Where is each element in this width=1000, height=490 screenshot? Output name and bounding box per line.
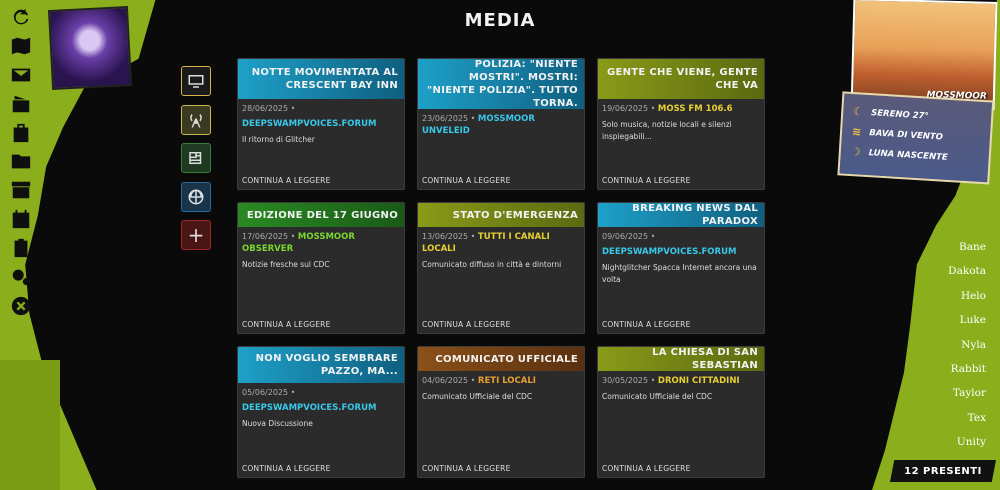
card-description: Comunicato Ufficiale del CDC	[602, 392, 713, 401]
radio-icon[interactable]	[8, 91, 34, 117]
folder-icon[interactable]	[8, 148, 34, 174]
user-link[interactable]: Dakota	[948, 259, 986, 283]
left-toolbar	[8, 4, 36, 322]
card-meta: 19/06/2025 • MOSS FM 106.6	[602, 104, 733, 114]
card-title[interactable]: BREAKING NEWS DAL PARADOX	[598, 203, 764, 227]
card-date: 23/06/2025	[422, 114, 469, 123]
newspaper-icon	[189, 152, 202, 164]
card-source[interactable]: DEEPSWAMPVOICES.FORUM	[242, 119, 376, 129]
read-more-link[interactable]: CONTINUA A LEGGERE	[602, 464, 691, 473]
news-card[interactable]: STATO D'EMERGENZA 13/06/2025 • TUTTI I C…	[417, 202, 585, 334]
read-more-link[interactable]: CONTINUA A LEGGERE	[242, 320, 331, 329]
card-source[interactable]: MOSS FM 106.6	[658, 104, 733, 114]
luggage-icon[interactable]	[8, 120, 34, 146]
news-card[interactable]: NOTTE MOVIMENTATA AL CRESCENT BAY INN 28…	[237, 58, 405, 190]
radio-tower-button[interactable]	[181, 104, 211, 135]
card-title[interactable]: NON VOGLIO SEMBRARE PAZZO, MA...	[238, 347, 404, 383]
present-count-badge: 12 PRESENTI	[890, 460, 996, 482]
card-title[interactable]: STATO D'EMERGENZA	[418, 203, 584, 227]
user-link[interactable]: Bane	[948, 235, 986, 259]
card-description: Comunicato Ufficiale del CDC	[422, 392, 533, 401]
media-filter-bar: +	[181, 66, 211, 259]
moon-icon: ☾	[852, 105, 864, 119]
user-link[interactable]: Rabbit	[948, 357, 986, 381]
card-date: 13/06/2025	[422, 232, 469, 241]
card-meta: 04/06/2025 • RETI LOCALI	[422, 376, 536, 386]
card-source[interactable]: RETI LOCALI	[478, 376, 536, 386]
user-link[interactable]: Luke	[948, 308, 986, 332]
user-link[interactable]: Tex	[948, 406, 986, 430]
newspaper-button[interactable]	[181, 143, 211, 173]
clipboard-icon[interactable]	[8, 235, 34, 261]
wind-icon: ≋	[851, 125, 862, 139]
user-link[interactable]: Unity	[948, 430, 986, 454]
card-title[interactable]: EDIZIONE DEL 17 GIUGNO	[238, 203, 404, 227]
user-link[interactable]: Taylor	[948, 381, 986, 405]
card-date: 30/05/2025	[602, 376, 649, 385]
card-date: 28/06/2025	[242, 104, 289, 113]
online-users-list: Bane Dakota Helo Luke Nyla Rabbit Taylor…	[948, 235, 986, 455]
card-meta: 09/06/2025 •	[602, 232, 656, 241]
tv-button[interactable]	[181, 66, 211, 96]
card-description: Nuova Discussione	[242, 419, 313, 428]
card-meta: 05/06/2025 •	[242, 388, 296, 397]
card-meta: 17/06/2025 • MOSSMOOR OBSERVER	[242, 232, 355, 254]
read-more-link[interactable]: CONTINUA A LEGGERE	[422, 320, 511, 329]
news-card[interactable]: LA CHIESA DI SAN SEBASTIAN 30/05/2025 • …	[597, 346, 765, 478]
radio-tower-icon	[190, 113, 202, 127]
card-meta: 30/05/2025 • DRONI CITTADINI	[602, 376, 740, 386]
add-media-button[interactable]: +	[181, 220, 211, 250]
card-title[interactable]: COMUNICATO UFFICIALE	[418, 347, 584, 371]
archive-icon[interactable]	[8, 177, 34, 203]
moon-phase-icon: ☽	[850, 145, 862, 159]
card-title[interactable]: LA CHIESA DI SAN SEBASTIAN	[598, 347, 764, 371]
card-description: Solo musica, notizie locali e silenzi in…	[602, 120, 732, 141]
calendar-icon[interactable]	[8, 206, 34, 232]
card-date: 17/06/2025	[242, 232, 289, 241]
gears-icon[interactable]	[8, 264, 34, 290]
card-title[interactable]: GENTE CHE VIENE, GENTE CHE VA	[598, 59, 764, 99]
close-icon[interactable]	[8, 293, 34, 319]
card-source[interactable]: DEEPSWAMPVOICES.FORUM	[602, 247, 736, 257]
read-more-link[interactable]: CONTINUA A LEGGERE	[422, 464, 511, 473]
card-date: 05/06/2025	[242, 388, 289, 397]
map-icon[interactable]	[8, 33, 34, 59]
read-more-link[interactable]: CONTINUA A LEGGERE	[242, 176, 331, 185]
news-card[interactable]: BREAKING NEWS DAL PARADOX 09/06/2025 • D…	[597, 202, 765, 334]
news-card[interactable]: NON VOGLIO SEMBRARE PAZZO, MA... 05/06/2…	[237, 346, 405, 478]
globe-button[interactable]	[181, 181, 211, 212]
read-more-link[interactable]: CONTINUA A LEGGERE	[242, 464, 331, 473]
card-meta: 23/06/2025 • MOSSMOOR UNVELEID	[422, 114, 535, 136]
card-date: 04/06/2025	[422, 376, 469, 385]
card-description: Nightglitcher Spacca Internet ancora una…	[602, 263, 757, 284]
card-title[interactable]: NOTTE MOVIMENTATA AL CRESCENT BAY INN	[238, 59, 404, 99]
weather-widget: MOSSMOOR ☾ SERENO 27° ≋ BAVA DI VENTO ☽ LUN…	[837, 0, 1000, 188]
card-date: 09/06/2025	[602, 232, 649, 241]
read-more-link[interactable]: CONTINUA A LEGGERE	[422, 176, 511, 185]
card-description: Il ritorno di Glitcher	[242, 135, 315, 144]
paint-splash-left-bottom	[0, 360, 60, 490]
weather-panel: ☾ SERENO 27° ≋ BAVA DI VENTO ☽ LUNA NASCENT…	[837, 91, 995, 185]
card-meta: 13/06/2025 • TUTTI I CANALI LOCALI	[422, 232, 550, 254]
read-more-link[interactable]: CONTINUA A LEGGERE	[602, 320, 691, 329]
news-card[interactable]: POLIZIA: "NIENTE MOSTRI". MOSTRI: "NIENT…	[417, 58, 585, 190]
card-source[interactable]: DRONI CITTADINI	[658, 376, 740, 386]
card-date: 19/06/2025	[602, 104, 649, 113]
mail-icon[interactable]	[8, 62, 34, 88]
user-link[interactable]: Helo	[948, 284, 986, 308]
card-title[interactable]: POLIZIA: "NIENTE MOSTRI". MOSTRI: "NIENT…	[418, 59, 584, 109]
news-card[interactable]: EDIZIONE DEL 17 GIUGNO 17/06/2025 • MOSS…	[237, 202, 405, 334]
plus-icon: +	[187, 223, 205, 247]
globe-icon	[188, 189, 204, 204]
news-card[interactable]: GENTE CHE VIENE, GENTE CHE VA 19/06/2025…	[597, 58, 765, 190]
news-card[interactable]: COMUNICATO UFFICIALE 04/06/2025 • RETI L…	[417, 346, 585, 478]
card-source[interactable]: DEEPSWAMPVOICES.FORUM	[242, 403, 376, 413]
card-description: Notizie fresche sul CDC	[242, 260, 330, 269]
card-meta: 28/06/2025 •	[242, 104, 296, 113]
card-description	[418, 137, 584, 145]
user-link[interactable]: Nyla	[948, 333, 986, 357]
tv-icon	[188, 75, 204, 88]
read-more-link[interactable]: CONTINUA A LEGGERE	[602, 176, 691, 185]
card-description: Comunicato diffuso in città e dintorni	[422, 260, 562, 269]
